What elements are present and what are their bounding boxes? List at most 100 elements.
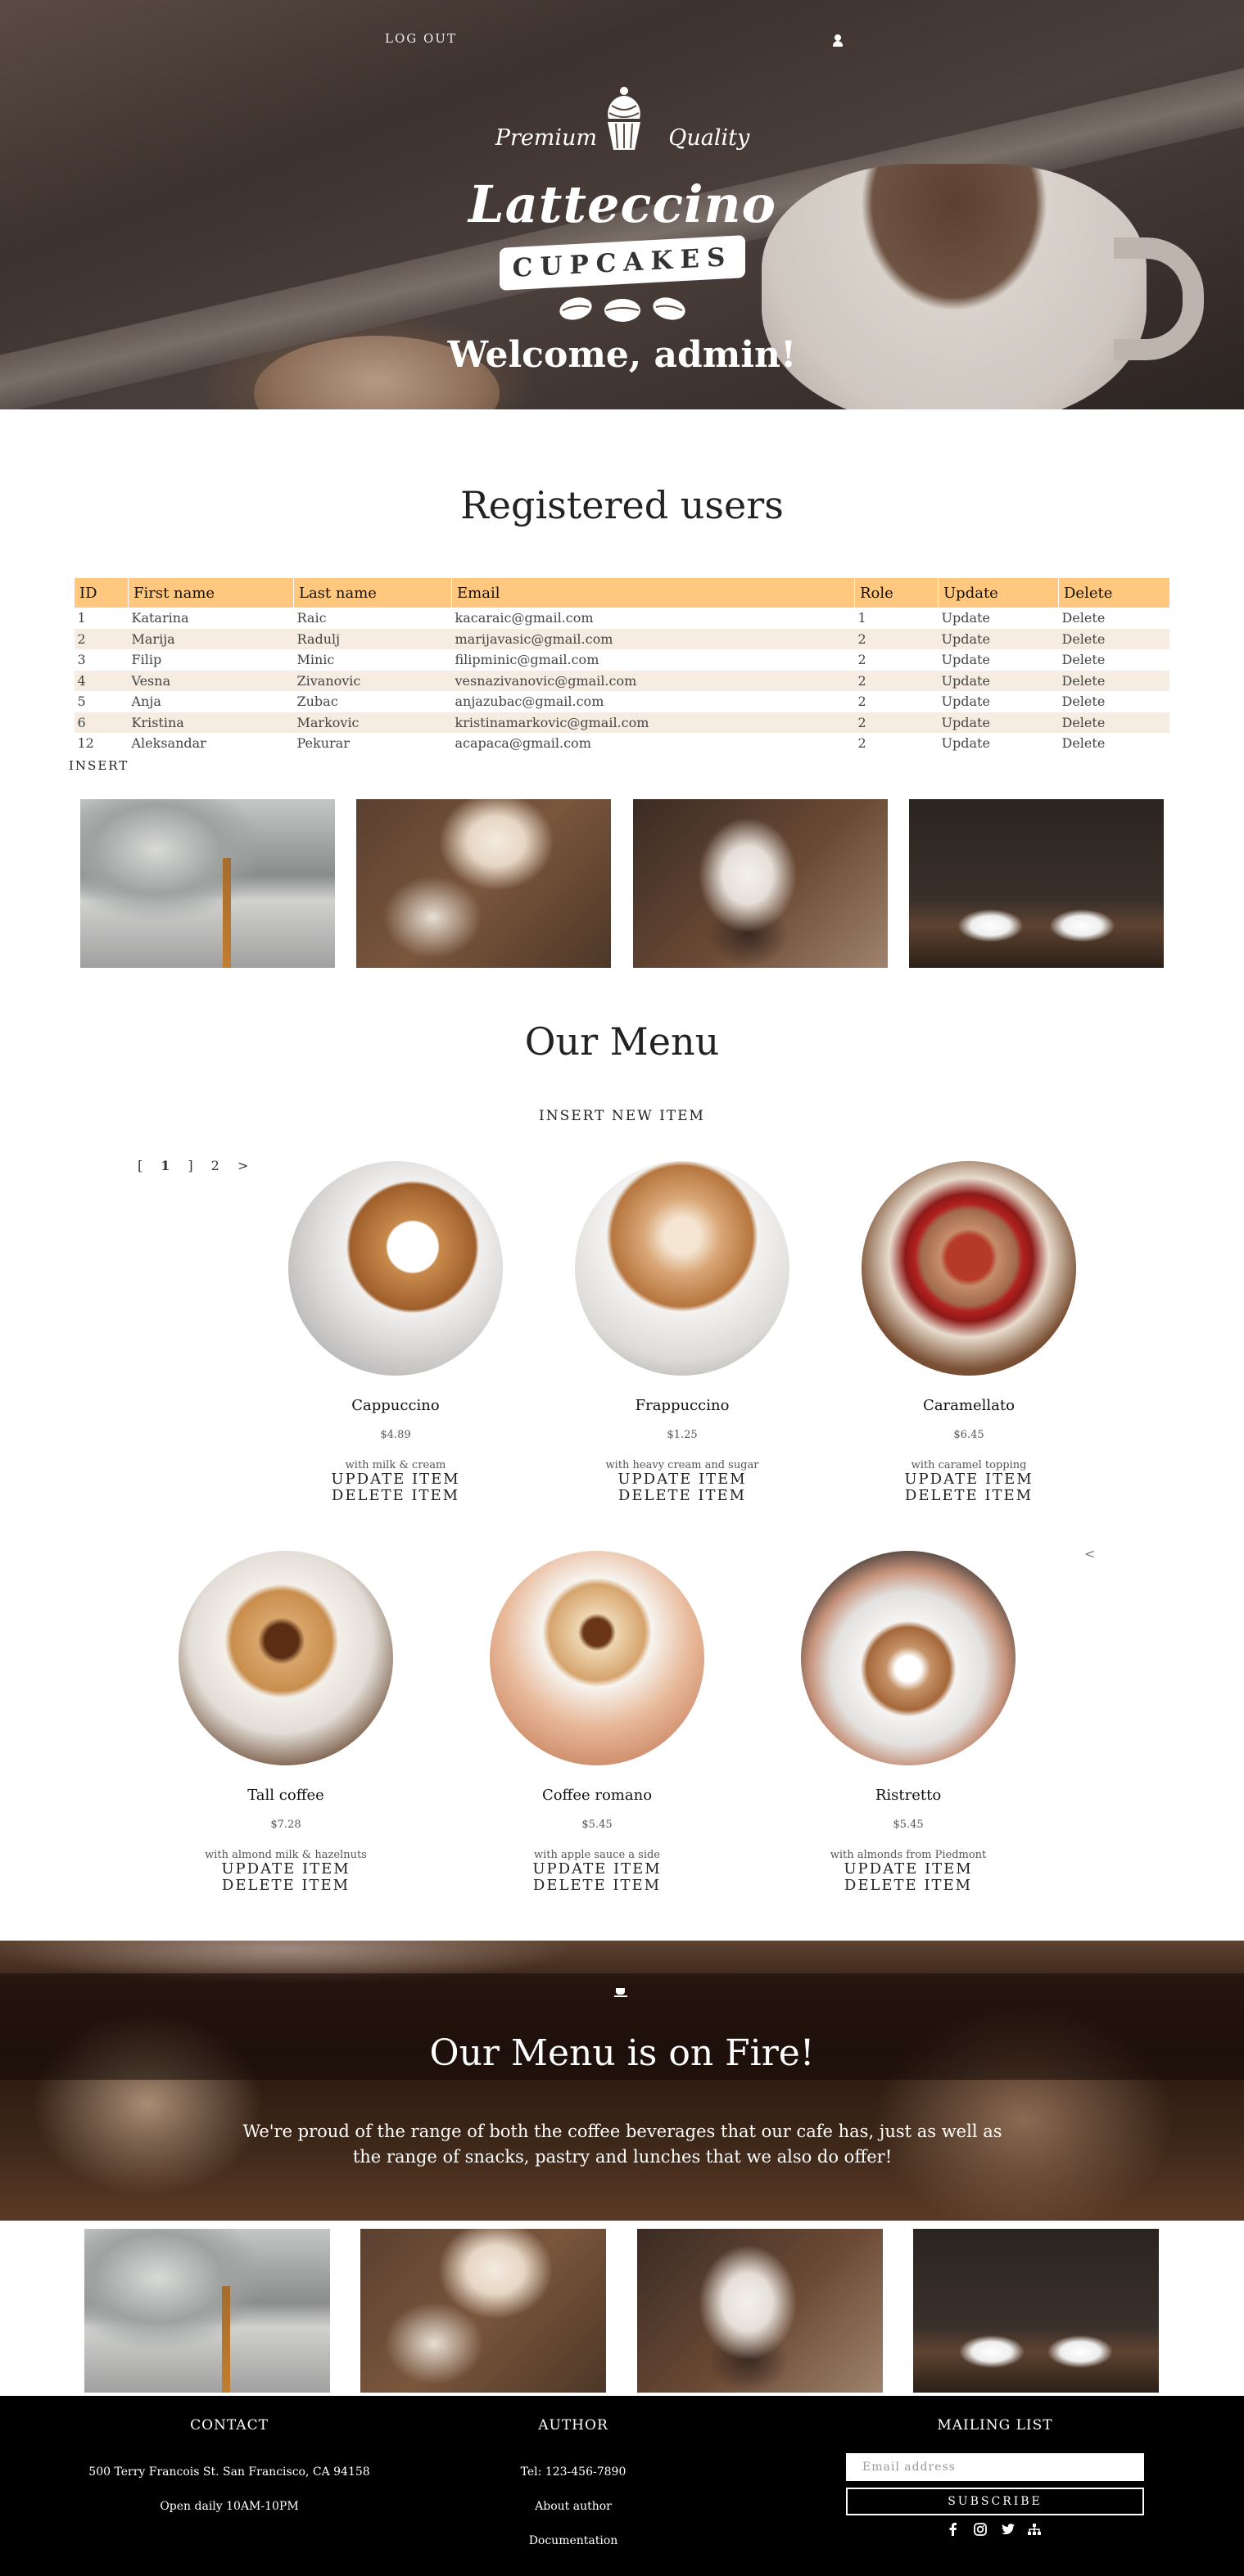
update-user-link[interactable]: Update — [938, 628, 1059, 649]
footer-tel: Tel: 123-456-7890 — [520, 2465, 627, 2479]
cell-id: 1 — [77, 610, 86, 626]
cell-email: filipminic@gmail.com — [455, 652, 599, 668]
cell-email: acapaca@gmail.com — [455, 735, 591, 752]
facebook-icon[interactable] — [946, 2522, 961, 2537]
menu-item-card: Coffee romano $5.45 with apple sauce a sid… — [474, 1551, 720, 1894]
photo-espresso-machine-2 — [84, 2229, 330, 2393]
menu-title: Our Menu — [524, 1019, 720, 1064]
menu-item-image — [862, 1161, 1076, 1376]
cell-first: Kristina — [128, 712, 294, 733]
cell-first: Filip — [131, 652, 162, 668]
pagination-open-bracket: [ — [138, 1158, 143, 1173]
cell-first: Marija — [128, 628, 294, 649]
delete-user-link[interactable]: Delete — [1059, 649, 1170, 671]
delete-item-link[interactable]: DELETE ITEM — [559, 1488, 805, 1504]
cell-id: 5 — [77, 694, 86, 710]
delete-user-link[interactable]: Delete — [1059, 608, 1170, 629]
update-item-link[interactable]: UPDATE ITEM — [273, 1471, 518, 1488]
menu-item-card: Frappuccino $1.25 with heavy cream and sug… — [559, 1161, 805, 1504]
delete-user-link[interactable]: Delete — [1058, 712, 1169, 733]
update-item-link[interactable]: UPDATE ITEM — [785, 1861, 1031, 1878]
logo-tagline-left: Premium — [495, 125, 598, 151]
instagram-icon[interactable] — [973, 2522, 988, 2537]
menu-item-price: $4.89 — [380, 1429, 411, 1441]
update-user-link[interactable]: Update — [939, 691, 1059, 712]
update-item-link[interactable]: UPDATE ITEM — [559, 1471, 805, 1488]
email-field[interactable] — [846, 2453, 1144, 2481]
pagination-page-1[interactable]: 1 — [161, 1158, 170, 1173]
cell-first: Vesna — [128, 670, 294, 691]
coffee-beans-icon — [559, 297, 685, 322]
table-row: 4 Vesna Zivanovic vesnazivanovic@gmail.com 2… — [74, 670, 1169, 691]
menu-item-price: $1.25 — [667, 1429, 698, 1441]
menu-item-description: with heavy cream and sugar — [605, 1459, 759, 1471]
table-row: 5 Anja Zubac anjazubac@gmail.com 2 Update Dele… — [75, 691, 1170, 712]
cell-id: 12 — [77, 735, 94, 752]
footer-author-title: AUTHOR — [538, 2417, 608, 2434]
subscribe-button[interactable]: SUBSCRIBE — [846, 2488, 1144, 2515]
delete-item-link[interactable]: DELETE ITEM — [474, 1878, 720, 1894]
delete-user-link[interactable]: Delete — [1058, 628, 1169, 649]
insert-item-link[interactable]: INSERT NEW ITEM — [0, 1108, 1244, 1124]
twitter-icon[interactable] — [1001, 2522, 1016, 2537]
cell-id: 3 — [77, 652, 86, 668]
update-item-link[interactable]: UPDATE ITEM — [163, 1861, 409, 1878]
pagination-page-2[interactable]: 2 — [211, 1158, 219, 1173]
pagination-prev[interactable]: < — [1084, 1546, 1095, 1561]
table-row: 6 Kristina Markovic kristinamarkovic@gmail.… — [74, 712, 1169, 733]
footer-hours: Open daily 10AM-10PM — [160, 2500, 299, 2513]
cell-last: Markovic — [293, 712, 452, 733]
table-row: 3 Filip Minic filipminic@gmail.com 2 Update De… — [75, 649, 1170, 671]
menu-item-card: Cappuccino $4.89 with milk & cream UPDATE I… — [273, 1161, 518, 1504]
footer-mailing: MAILING LIST — [831, 2417, 1159, 2434]
update-user-link[interactable]: Update — [939, 608, 1059, 629]
delete-user-link[interactable]: Delete — [1058, 670, 1169, 691]
logo-banner: CUPCAKES — [500, 235, 745, 291]
cell-first: Anja — [131, 694, 161, 710]
update-item-link[interactable]: UPDATE ITEM — [846, 1471, 1092, 1488]
cell-id: 4 — [74, 670, 129, 691]
delete-user-link[interactable]: Delete — [1059, 691, 1170, 712]
user-icon[interactable] — [832, 34, 844, 47]
cell-email: marijavasic@gmail.com — [451, 628, 855, 649]
update-user-link[interactable]: Update — [939, 733, 1059, 754]
delete-item-link[interactable]: DELETE ITEM — [273, 1488, 518, 1504]
col-update: Update — [938, 578, 1059, 608]
insert-user-link[interactable]: INSERT — [69, 758, 129, 773]
sitemap-icon[interactable] — [1027, 2522, 1042, 2537]
menu-item-description: with apple sauce a side — [533, 1849, 661, 1861]
footer-contact-title: CONTACT — [190, 2417, 269, 2434]
menu-item-image — [288, 1161, 503, 1376]
coffee-cup-icon — [614, 1988, 627, 1998]
delete-item-link[interactable]: DELETE ITEM — [785, 1878, 1031, 1894]
cell-last: Zivanovic — [293, 670, 452, 691]
footer-address: 500 Terry Francois St. San Francisco, CA… — [88, 2465, 370, 2479]
menu-item-image — [490, 1551, 704, 1765]
welcome-heading: Welcome, admin! — [447, 334, 797, 376]
delete-user-link[interactable]: Delete — [1059, 733, 1170, 754]
menu-item-image — [575, 1161, 789, 1376]
footer-contact: CONTACT 500 Terry Francois St. San Franc… — [66, 2417, 393, 2514]
footer-mailing-title: MAILING LIST — [937, 2417, 1053, 2434]
about-author-link[interactable]: About author — [409, 2499, 737, 2514]
update-item-link[interactable]: UPDATE ITEM — [474, 1861, 720, 1878]
update-user-link[interactable]: Update — [938, 670, 1059, 691]
hero-banner: LOG OUT Premium Quality Latteccino CUPCA… — [0, 0, 1244, 409]
cell-id: 6 — [74, 712, 129, 733]
documentation-link[interactable]: Documentation — [409, 2533, 737, 2548]
update-user-link[interactable]: Update — [938, 712, 1059, 733]
cell-last: Radulj — [293, 628, 452, 649]
delete-item-link[interactable]: DELETE ITEM — [846, 1488, 1092, 1504]
menu-pagination: [1] 2 > — [138, 1158, 266, 1173]
cell-role: 2 — [857, 735, 866, 752]
cell-role: 1 — [857, 610, 866, 626]
delete-item-link[interactable]: DELETE ITEM — [163, 1878, 409, 1894]
cell-last: Pekurar — [296, 735, 350, 752]
update-user-link[interactable]: Update — [939, 649, 1059, 671]
table-row: 12 Aleksandar Pekurar acapaca@gmail.com 2 Upd… — [75, 733, 1170, 754]
pagination-next[interactable]: > — [237, 1158, 248, 1173]
col-email: Email — [451, 578, 855, 608]
menu-item-price: $7.28 — [270, 1819, 301, 1831]
logout-link[interactable]: LOG OUT — [385, 31, 457, 46]
menu-item-description: with milk & cream — [345, 1459, 446, 1471]
